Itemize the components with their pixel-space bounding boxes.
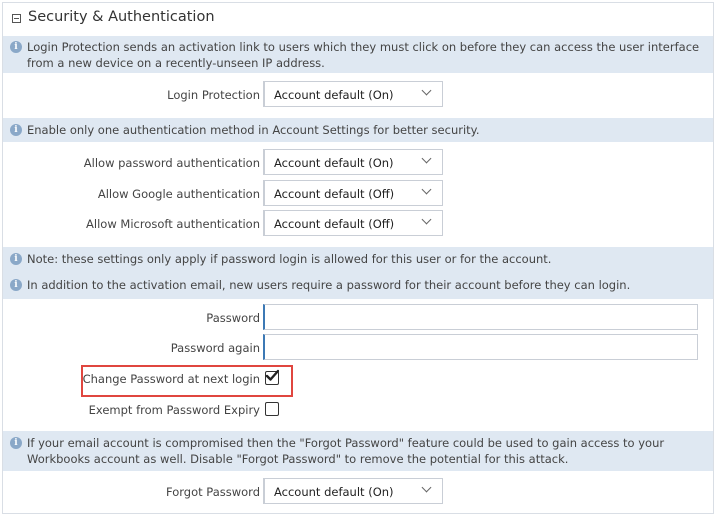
info-icon: i [10,124,22,136]
info-text: Note: these settings only apply if passw… [27,252,552,266]
info-icon: i [10,437,22,449]
row-login-protection: Login Protection Account default (On) [3,81,713,109]
row-forgot-password: Forgot Password Account default (On) [3,478,713,506]
row-allow-microsoft: Allow Microsoft authentication Account d… [3,210,713,238]
info-auth-method: i Enable only one authentication method … [3,118,713,142]
info-forgot-password: i If your email account is compromised t… [3,431,713,471]
forgot-password-select[interactable]: Account default (On) [263,478,443,504]
select-value: Account default (Off) [274,217,395,231]
allow-google-select[interactable]: Account default (Off) [263,180,443,206]
password-again-input[interactable] [263,334,698,360]
info-text: Enable only one authentication method in… [27,123,480,137]
info-text: In addition to the activation email, new… [27,278,631,292]
select-value: Account default (On) [274,88,394,102]
chevron-down-icon [421,184,432,195]
login-protection-select[interactable]: Account default (On) [263,81,443,107]
row-exempt-expiry: Exempt from Password Expiry [3,401,713,421]
chevron-down-icon [421,153,432,164]
section-title: Security & Authentication [28,9,215,25]
allow-microsoft-select[interactable]: Account default (Off) [263,210,443,236]
select-value: Account default (On) [274,485,394,499]
security-panel: Security & Authentication i Login Protec… [2,2,714,514]
info-password-notes: i Note: these settings only apply if pas… [3,247,713,299]
chevron-down-icon [421,85,432,96]
field-label: Password [206,311,260,325]
row-allow-password: Allow password authentication Account de… [3,149,713,177]
info-text: If your email account is compromised the… [27,436,665,466]
allow-password-select[interactable]: Account default (On) [263,149,443,175]
collapse-icon[interactable] [12,14,21,23]
info-text: Login Protection sends an activation lin… [27,40,700,70]
password-input[interactable] [263,304,698,330]
row-password-again: Password again [3,334,713,362]
info-icon: i [10,253,22,265]
chevron-down-icon [421,482,432,493]
exempt-expiry-checkbox[interactable] [265,402,279,416]
chevron-down-icon [421,214,432,225]
field-label: Allow password authentication [83,156,260,170]
field-label: Forgot Password [166,485,260,499]
select-value: Account default (On) [274,156,394,170]
field-label: Allow Google authentication [97,187,260,201]
field-label: Password again [170,341,260,355]
select-value: Account default (Off) [274,187,395,201]
field-label: Exempt from Password Expiry [88,403,260,417]
info-icon: i [10,41,22,53]
section-header[interactable]: Security & Authentication [3,3,713,35]
info-login-protection: i Login Protection sends an activation l… [3,36,713,73]
row-password: Password [3,304,713,332]
highlight-box [81,365,293,397]
field-label: Login Protection [167,88,260,102]
field-label: Allow Microsoft authentication [86,217,260,231]
info-icon: i [10,279,22,291]
row-allow-google: Allow Google authentication Account defa… [3,180,713,208]
